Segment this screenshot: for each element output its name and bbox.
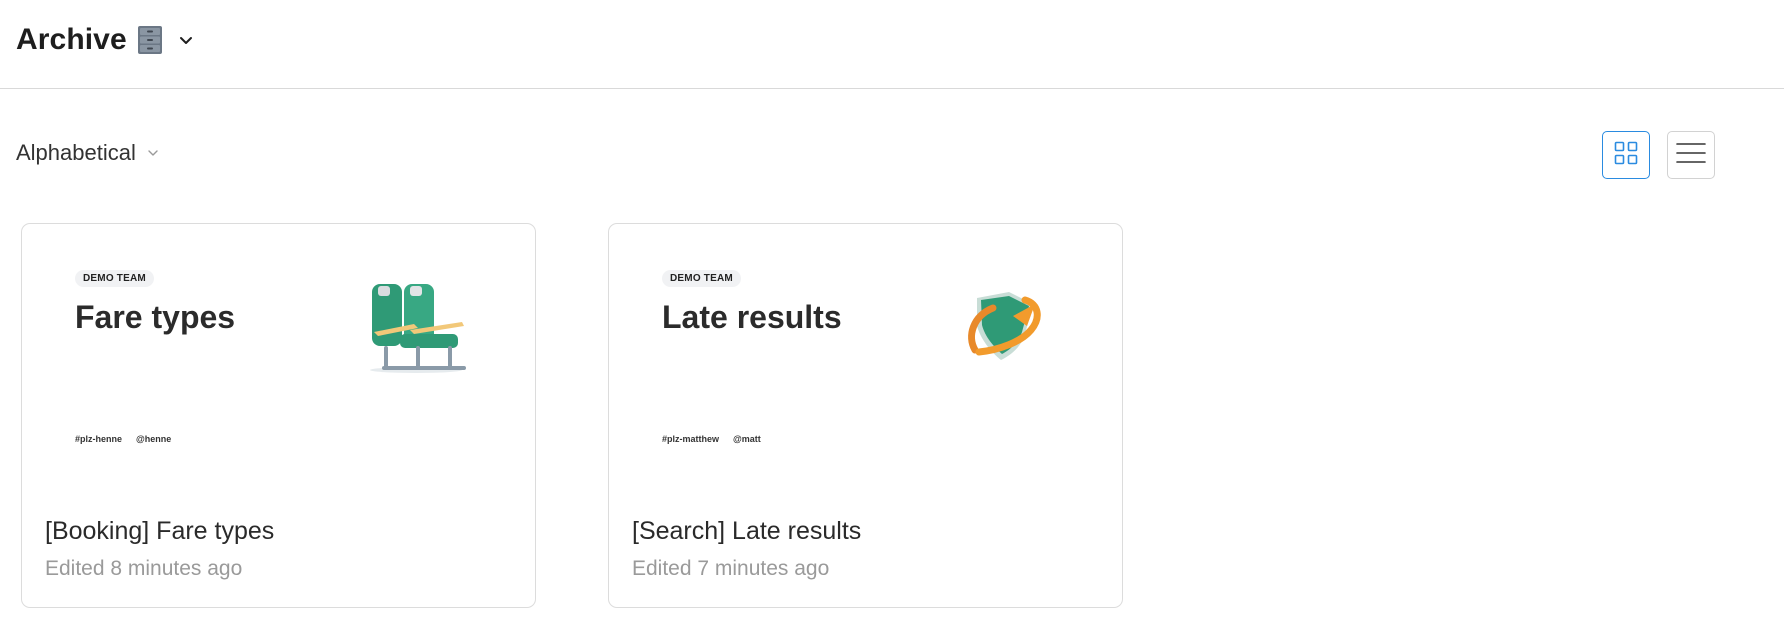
channel-tag: #plz-henne [75, 434, 123, 444]
preview-title: Late results [662, 299, 842, 335]
preview-title: Fare types [75, 299, 236, 335]
page-header: Archive [0, 0, 1784, 89]
archive-title-dropdown[interactable]: Archive [16, 20, 195, 60]
grid-icon [1614, 141, 1638, 170]
airplane-seats-icon [364, 282, 470, 381]
card-edited-time: Edited 7 minutes ago [632, 557, 830, 580]
file-cabinet-icon [137, 25, 163, 55]
shield-arrow-icon [965, 290, 1045, 369]
board-card[interactable]: DEMO TEAM Fare types #plz-henne @henne [… [21, 223, 536, 608]
page-title: Archive [16, 23, 127, 56]
team-badge: DEMO TEAM [75, 270, 154, 287]
channel-tag: #plz-matthew [662, 434, 720, 444]
card-preview: DEMO TEAM Fare types #plz-henne @henne [22, 224, 534, 494]
list-view-button[interactable] [1667, 131, 1715, 179]
sort-dropdown[interactable]: Alphabetical [16, 140, 160, 166]
card-title: [Booking] Fare types [45, 517, 275, 545]
card-preview: DEMO TEAM Late results #plz-matthew @mat… [609, 224, 1121, 494]
handle-tag: @matt [733, 434, 761, 444]
board-card[interactable]: DEMO TEAM Late results #plz-matthew @mat… [608, 223, 1123, 608]
preview-tags: #plz-matthew @matt [662, 434, 761, 444]
card-edited-time: Edited 8 minutes ago [45, 557, 243, 580]
card-title: [Search] Late results [632, 517, 862, 545]
handle-tag: @henne [136, 434, 172, 444]
toolbar: Alphabetical [0, 128, 1784, 182]
list-icon [1676, 141, 1706, 170]
chevron-down-icon [146, 146, 160, 160]
preview-tags: #plz-henne @henne [75, 434, 171, 444]
grid-view-button[interactable] [1602, 131, 1650, 179]
sort-label: Alphabetical [16, 140, 136, 165]
team-badge: DEMO TEAM [662, 270, 741, 287]
chevron-down-icon [177, 31, 195, 49]
